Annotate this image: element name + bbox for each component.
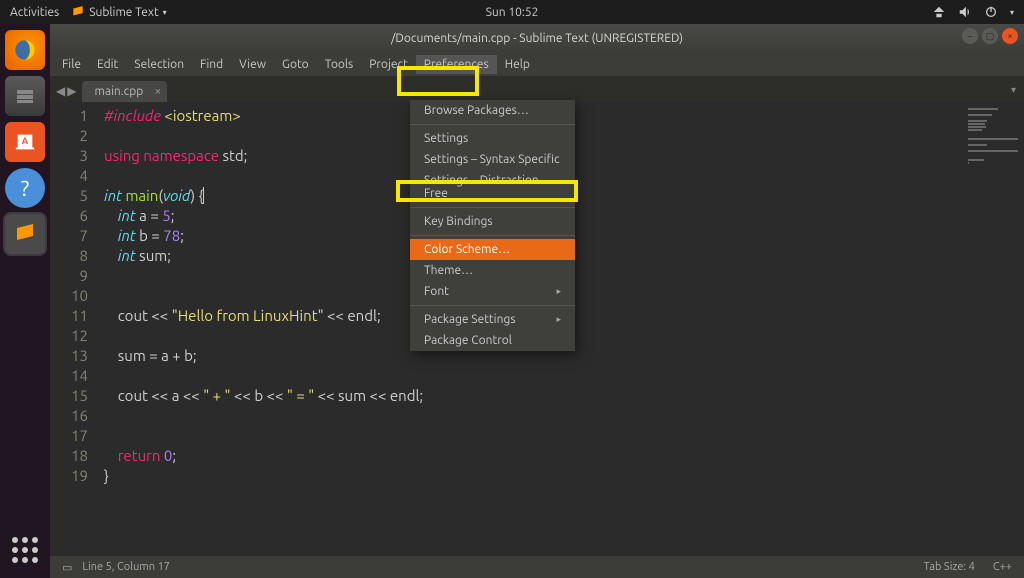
menuitem-browse-packages[interactable]: Browse Packages…	[410, 100, 575, 121]
close-button[interactable]: ×	[1002, 28, 1018, 44]
close-icon[interactable]: ×	[155, 85, 162, 98]
window-titlebar[interactable]: /Documents/main.cpp - Sublime Text (UNRE…	[50, 24, 1024, 52]
panel-switcher-icon[interactable]: ▭	[62, 561, 72, 574]
activities-button[interactable]: Activities	[10, 6, 59, 19]
minimize-button[interactable]: –	[962, 28, 978, 44]
menu-tools[interactable]: Tools	[317, 55, 362, 74]
menuitem-settings-syntax-specific[interactable]: Settings – Syntax Specific	[410, 149, 575, 170]
tab-bar: ◀ ▶ main.cpp × ▾	[50, 76, 1024, 102]
menuitem-package-control[interactable]: Package Control	[410, 330, 575, 351]
app-menu[interactable]: Sublime Text ▾	[71, 5, 166, 19]
volume-icon[interactable]	[958, 5, 972, 19]
chevron-down-icon: ▾	[163, 8, 167, 17]
menu-view[interactable]: View	[231, 55, 274, 74]
show-apps-button[interactable]	[5, 530, 45, 570]
menu-edit[interactable]: Edit	[89, 55, 126, 74]
menuitem-theme[interactable]: Theme…	[410, 260, 575, 281]
menu-separator	[410, 207, 575, 208]
menu-preferences[interactable]: Preferences	[416, 55, 497, 74]
window-title: /Documents/main.cpp - Sublime Text (UNRE…	[391, 32, 683, 45]
launcher-files[interactable]	[5, 76, 45, 116]
launcher-sublime[interactable]	[5, 214, 45, 254]
menuitem-color-scheme[interactable]: Color Scheme…	[410, 239, 575, 260]
cursor-position[interactable]: Line 5, Column 17	[82, 561, 170, 573]
menuitem-package-settings[interactable]: Package Settings▸	[410, 309, 575, 330]
menuitem-font[interactable]: Font▸	[410, 281, 575, 302]
menubar: FileEditSelectionFindViewGotoToolsProjec…	[50, 52, 1024, 76]
launcher-software[interactable]: A	[5, 122, 45, 162]
app-menu-label: Sublime Text	[89, 6, 158, 19]
status-bar: ▭ Line 5, Column 17 Tab Size: 4 C++	[50, 556, 1024, 578]
tab-size[interactable]: Tab Size: 4	[924, 561, 975, 573]
chevron-right-icon: ▸	[556, 314, 561, 325]
menu-separator	[410, 235, 575, 236]
sublime-icon	[71, 5, 85, 19]
gnome-topbar: Activities Sublime Text ▾ Sun 10:52 ▾	[0, 0, 1024, 24]
svg-text:A: A	[22, 135, 29, 146]
chevron-right-icon: ▸	[556, 286, 561, 297]
power-icon[interactable]	[984, 5, 998, 19]
menu-selection[interactable]: Selection	[126, 55, 192, 74]
menu-goto[interactable]: Goto	[274, 55, 317, 74]
tab-overflow-icon[interactable]: ▾	[1011, 84, 1016, 96]
menu-file[interactable]: File	[54, 55, 89, 74]
clock[interactable]: Sun 10:52	[486, 6, 539, 19]
launcher-dock: A ?	[0, 24, 50, 578]
menu-find[interactable]: Find	[192, 55, 231, 74]
menuitem-key-bindings[interactable]: Key Bindings	[410, 211, 575, 232]
line-gutter: 12345678910111213141516171819	[50, 102, 98, 556]
maximize-button[interactable]: ▢	[982, 28, 998, 44]
launcher-help[interactable]: ?	[5, 168, 45, 208]
launcher-firefox[interactable]	[5, 30, 45, 70]
menu-separator	[410, 124, 575, 125]
tab-main-cpp[interactable]: main.cpp ×	[82, 81, 167, 102]
menu-project[interactable]: Project	[361, 55, 416, 74]
menu-help[interactable]: Help	[497, 55, 538, 74]
syntax-mode[interactable]: C++	[993, 561, 1012, 573]
chevron-down-icon: ▾	[1010, 8, 1014, 17]
minimap[interactable]	[944, 102, 1024, 556]
tab-label: main.cpp	[94, 85, 143, 98]
menuitem-settings[interactable]: Settings	[410, 128, 575, 149]
preferences-menu: Browse Packages… SettingsSettings – Synta…	[410, 100, 575, 351]
network-icon[interactable]	[932, 5, 946, 19]
tab-history-back[interactable]: ◀	[56, 84, 65, 98]
menuitem-settings-distraction-free[interactable]: Settings – Distraction Free	[410, 170, 575, 204]
menu-separator	[410, 305, 575, 306]
tab-history-forward[interactable]: ▶	[67, 84, 76, 98]
